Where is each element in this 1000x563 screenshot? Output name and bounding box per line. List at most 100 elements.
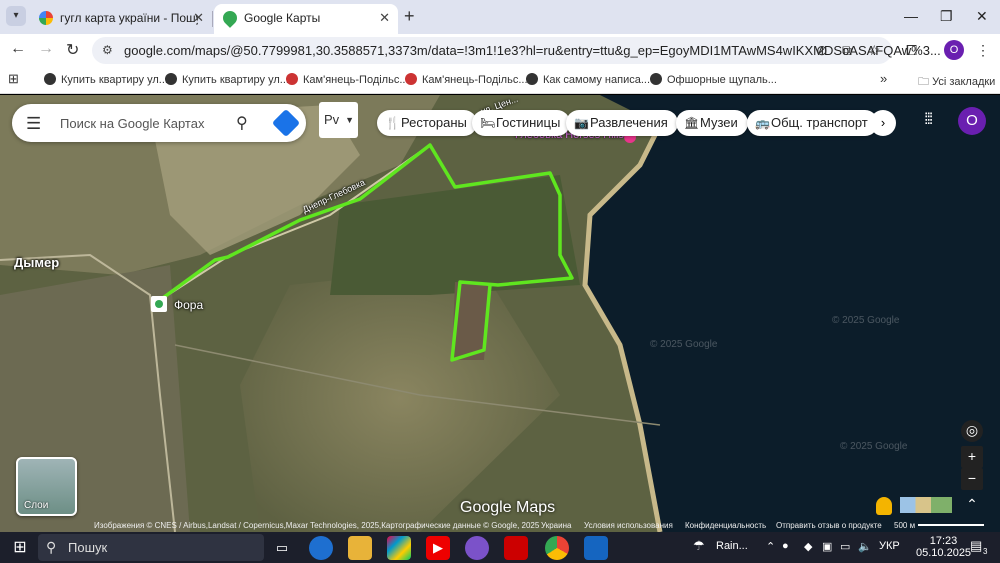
- museum-icon: 🏛: [684, 116, 700, 130]
- tray-app-icon[interactable]: ◆: [804, 540, 812, 553]
- menu-dots-icon[interactable]: ⋮: [976, 42, 990, 59]
- volume-icon[interactable]: 🔈: [858, 540, 872, 553]
- new-tab-button[interactable]: +: [404, 6, 415, 27]
- tab-bar: ▾ гугл карта україни - Пошук у Google ✕ …: [0, 0, 1000, 34]
- bookmark-item[interactable]: Офшорные щупаль...: [650, 73, 777, 86]
- map-account-avatar[interactable]: O: [958, 107, 986, 135]
- restore-icon[interactable]: ❐: [940, 8, 953, 25]
- chrome-icon[interactable]: [545, 536, 569, 560]
- notification-count: 3: [983, 547, 988, 556]
- language-indicator[interactable]: УКР: [879, 540, 900, 552]
- search-icon: ⚲: [46, 539, 57, 555]
- store-label[interactable]: Фора: [174, 298, 203, 312]
- site-info-icon[interactable]: ⚙: [102, 43, 113, 57]
- bookmark-item[interactable]: Купить квартиру ул...: [165, 73, 289, 86]
- google-apps-icon[interactable]: ⁞⁞⁞: [924, 111, 933, 129]
- address-bar[interactable]: ⚙ google.com/maps/@50.7799981,30.3588571…: [92, 37, 941, 64]
- tray-app-icon[interactable]: ●: [782, 540, 789, 552]
- search-icon[interactable]: ⚲: [236, 113, 248, 133]
- tab-separator: [212, 11, 213, 27]
- task-view-icon[interactable]: ▭: [270, 536, 294, 560]
- chip-transit[interactable]: 🚌 Общ. транспорт: [747, 110, 878, 136]
- close-tab-icon[interactable]: ✕: [379, 4, 390, 32]
- paint-app-icon[interactable]: [584, 536, 608, 560]
- street-view-pegman-icon[interactable]: [876, 497, 892, 515]
- terms-link[interactable]: Условия использования: [584, 521, 673, 530]
- bookmark-label: Купить квартиру ул...: [61, 74, 168, 86]
- satellite-imagery: [0, 95, 1000, 532]
- weather-label[interactable]: Rain...: [716, 540, 748, 552]
- layers-button[interactable]: Слои: [16, 457, 77, 516]
- chip-label: Гостиницы: [496, 115, 561, 130]
- location-blocked-icon[interactable]: ⊘: [816, 42, 828, 59]
- chips-next-button[interactable]: ›: [870, 110, 896, 136]
- battery-icon[interactable]: ▭: [840, 540, 850, 553]
- map-type-thumbnails[interactable]: [900, 497, 952, 513]
- watermark: © 2025 Google: [840, 441, 908, 452]
- taskbar-search[interactable]: ⚲ Пошук: [38, 534, 264, 561]
- tray-overflow-icon[interactable]: ⌃: [766, 540, 775, 553]
- chip-hotels[interactable]: 🛏 Гостиницы: [472, 110, 571, 136]
- bookmark-favicon-icon: [286, 73, 298, 85]
- tray-app-icon[interactable]: ▣: [822, 540, 832, 553]
- bookmark-item[interactable]: Как самому написа...: [526, 73, 650, 86]
- menu-icon[interactable]: ☰: [26, 114, 41, 134]
- my-location-icon[interactable]: ◎: [961, 420, 983, 442]
- close-window-icon[interactable]: ✕: [976, 8, 988, 25]
- close-tab-icon[interactable]: ✕: [193, 4, 204, 32]
- bookmark-label: Кам'янець-Подільс...: [422, 74, 528, 86]
- apps-grid-icon[interactable]: ⊞: [8, 71, 19, 87]
- chip-restaurants[interactable]: 🍴 Рестораны: [377, 110, 477, 136]
- extensions-icon[interactable]: ⧠: [906, 42, 917, 59]
- bookmark-item[interactable]: Купить квартиру ул...: [44, 73, 168, 86]
- chip-entertainment[interactable]: 📷 Развлечения: [566, 110, 678, 136]
- country-link[interactable]: Украина: [541, 521, 571, 530]
- directions-icon[interactable]: [271, 108, 301, 138]
- bookmark-item[interactable]: Кам'янець-Подільс...: [286, 73, 409, 86]
- screen: ▾ гугл карта україни - Пошук у Google ✕ …: [0, 0, 1000, 563]
- feedback-link[interactable]: Отправить отзыв о продукте: [776, 521, 882, 530]
- folder-icon: 🗀: [918, 76, 933, 88]
- bookmark-item[interactable]: Кам'янець-Подільс...: [405, 73, 528, 86]
- privacy-link[interactable]: Конфиденциальность: [685, 521, 766, 530]
- map-search-input[interactable]: [60, 113, 220, 133]
- chip-museums[interactable]: 🏛 Музеи: [676, 110, 748, 136]
- watermark: © 2025 Google: [832, 315, 900, 326]
- weather-icon[interactable]: ☂: [693, 538, 705, 554]
- bookmark-star-icon[interactable]: ☆: [868, 42, 881, 59]
- bookmarks-overflow-button[interactable]: »: [880, 71, 887, 86]
- chip-label: Развлечения: [590, 115, 668, 130]
- google-maps-logo: Google Maps: [460, 499, 556, 516]
- edge-icon[interactable]: [309, 536, 333, 560]
- clock-time: 17:23: [929, 535, 958, 547]
- tab-google-maps[interactable]: Google Карты ✕: [214, 4, 398, 34]
- file-explorer-icon[interactable]: [348, 536, 372, 560]
- store-app-icon[interactable]: [387, 536, 411, 560]
- pdf-reader-icon[interactable]: [504, 536, 528, 560]
- bookmark-label: Как самому написа...: [543, 74, 651, 86]
- notifications-icon[interactable]: ▤: [970, 538, 982, 554]
- all-bookmarks-button[interactable]: 🗀 Усі закладки: [918, 73, 995, 92]
- zoom-out-button[interactable]: −: [961, 468, 983, 490]
- forward-icon[interactable]: →: [38, 40, 54, 58]
- expand-icon[interactable]: ⌃: [961, 494, 983, 516]
- tab-title: Google Карты: [244, 11, 321, 25]
- bookmark-favicon-icon: [165, 73, 177, 85]
- zoom-in-button[interactable]: +: [961, 446, 983, 468]
- viber-icon[interactable]: [465, 536, 489, 560]
- back-icon[interactable]: ←: [10, 40, 26, 58]
- youtube-icon[interactable]: ▶: [426, 536, 450, 560]
- minimize-icon[interactable]: —: [904, 8, 918, 24]
- windows-start-icon[interactable]: ⊞: [8, 536, 32, 560]
- reload-icon[interactable]: ↻: [66, 40, 79, 60]
- map-canvas[interactable]: Дымер Фора Днепр-Глебовка ул. Цен... Гле…: [0, 95, 1000, 532]
- store-pin-dot: [155, 300, 163, 308]
- profile-avatar[interactable]: O: [944, 40, 964, 60]
- install-app-icon[interactable]: ⧉: [842, 42, 852, 59]
- taskbar-search-label: Пошук: [68, 540, 108, 555]
- tab-search-button[interactable]: ▾: [6, 6, 26, 26]
- language-select[interactable]: Рv ▼: [319, 102, 358, 138]
- scale-label[interactable]: 500 м: [894, 521, 915, 530]
- tab-google-search[interactable]: гугл карта україни - Пошук у Google ✕: [30, 4, 212, 34]
- clock[interactable]: 17:23 05.10.2025: [916, 535, 971, 559]
